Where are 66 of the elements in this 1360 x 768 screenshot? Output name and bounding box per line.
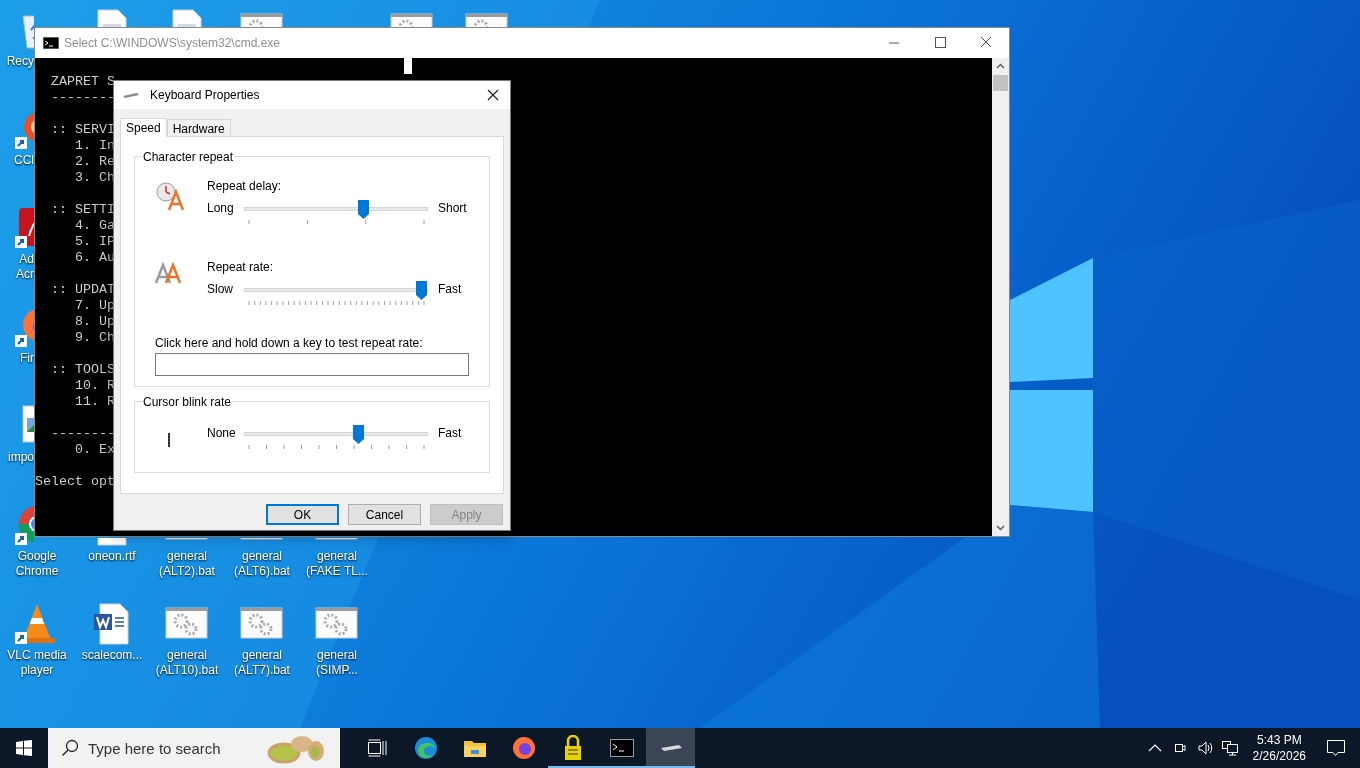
- field-label: Click here and hold down a key to test repeat rate:: [155, 335, 424, 351]
- icon-label[interactable]: general (ALT10).bat: [148, 648, 226, 678]
- text-cursor-icon: [168, 433, 171, 447]
- slider-label: Short: [438, 200, 467, 216]
- tab[interactable]: Hardware: [166, 119, 231, 136]
- icon-label[interactable]: general (SIMP...: [298, 648, 376, 678]
- console-line: :: SETTI: [50, 202, 115, 218]
- icon-label[interactable]: general (ALT6).bat: [223, 549, 301, 579]
- icon-label[interactable]: general (FAKE TL...: [298, 549, 376, 579]
- dialog-button[interactable]: OK: [266, 504, 339, 525]
- network-icon[interactable]: [1220, 740, 1239, 756]
- window-title: Keyboard Properties: [150, 87, 260, 104]
- terminal-icon: [43, 37, 59, 49]
- dialog-button[interactable]: Cancel: [348, 504, 421, 525]
- chevron-up-icon[interactable]: [1147, 743, 1162, 753]
- text-cursor: [404, 58, 412, 74]
- icon-label[interactable]: VLC media player: [0, 648, 76, 678]
- app-icon[interactable]: [15, 206, 34, 250]
- slider-label: None: [207, 425, 237, 441]
- clock-date: 2/26/2026: [1252, 748, 1306, 764]
- console-line: Select opt: [35, 474, 115, 490]
- icon-label[interactable]: Ad Acr: [0, 252, 34, 282]
- window-title: Select C:\WINDOWS\system32\cmd.exe: [64, 35, 281, 52]
- windows-logo-icon: [16, 740, 32, 756]
- clock-time: 5:43 PM: [1256, 732, 1302, 748]
- slider-title: Repeat delay:: [207, 178, 283, 194]
- console-line: :: UPDAT: [50, 282, 115, 298]
- slider-label: Fast: [438, 425, 462, 441]
- padlock-icon: [562, 735, 583, 761]
- task-view-icon: [366, 739, 387, 757]
- search-icon: [61, 739, 79, 757]
- icon-label[interactable]: scalecom...: [73, 648, 151, 663]
- search-field[interactable]: Type here to search: [48, 728, 340, 768]
- slider-title: Repeat rate:: [207, 259, 275, 275]
- input-field[interactable]: [155, 353, 469, 376]
- console-line: --------: [50, 426, 115, 442]
- folder-icon: [462, 738, 487, 758]
- icon-label[interactable]: Recy: [0, 54, 34, 69]
- slider-label: Long: [207, 200, 235, 216]
- clock[interactable]: 5:43 PM 2/26/2026: [1246, 732, 1312, 764]
- icon-label[interactable]: CCl: [0, 153, 34, 168]
- icon-label[interactable]: general (ALT7).bat: [223, 648, 301, 678]
- speaker-icon[interactable]: [1196, 740, 1215, 756]
- slider-thumb[interactable]: [357, 200, 369, 219]
- slider-thumb[interactable]: [416, 281, 427, 300]
- icon-label[interactable]: impo: [0, 450, 34, 465]
- terminal-icon: [609, 739, 634, 757]
- notification-icon[interactable]: [1326, 739, 1346, 757]
- browser-icon: [413, 736, 438, 760]
- slider-thumb[interactable]: [352, 425, 364, 444]
- icon-label[interactable]: oneon.rtf: [73, 549, 151, 564]
- slider-label: Fast: [438, 281, 462, 297]
- keyboard-icon: [122, 91, 140, 99]
- icon-label[interactable]: general (ALT2).bat: [148, 549, 226, 579]
- stopwatch-letter-icon: [155, 180, 187, 212]
- tab[interactable]: Speed: [120, 118, 167, 137]
- console-line: :: TOOLS: [50, 362, 115, 378]
- console-line: :: SERVI: [50, 122, 115, 138]
- taskbar-button[interactable]: [646, 728, 695, 768]
- scrollbar-thumb[interactable]: [993, 75, 1008, 91]
- console-line: --------: [50, 90, 115, 106]
- browser-icon: [511, 736, 536, 760]
- scrollbar[interactable]: [992, 58, 1009, 536]
- icon-label[interactable]: Fir: [0, 351, 34, 366]
- slider-label: Slow: [207, 281, 234, 297]
- icon-label[interactable]: Google Chrome: [0, 549, 76, 579]
